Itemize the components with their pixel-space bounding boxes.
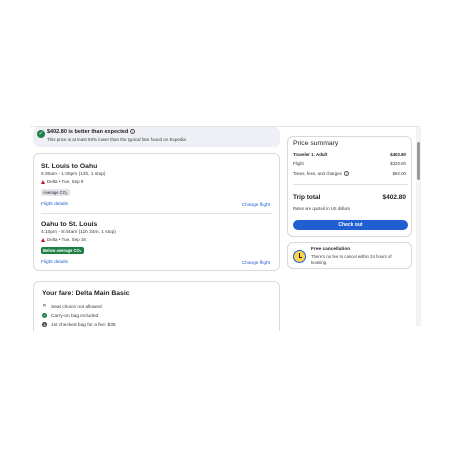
flight-value: $320.80 (390, 161, 406, 166)
trip-total-label: Trip total (293, 194, 321, 201)
co2-badge-average: Average CO₂ (41, 189, 70, 196)
trip-total-value: $402.80 (382, 194, 407, 201)
scrollbar-thumb[interactable] (417, 142, 420, 180)
delta-logo-icon (41, 237, 45, 242)
info-icon[interactable]: i (130, 129, 136, 135)
fare-item-seat-text: Seat choice not allowed (51, 304, 102, 310)
traveler-label: Traveler 1: Adult (293, 152, 328, 157)
currency-note: Rates are quoted in US dollars (293, 206, 351, 211)
fare-title: Your fare: Delta Main Basic (42, 290, 130, 297)
outbound-change-flight-link[interactable]: Change flight (242, 203, 270, 208)
fare-item-checked-bag: $1st checked bag for a fee: $35 (42, 322, 116, 328)
outbound-airline: Delta • Tue, Sep 9 (41, 179, 83, 184)
outbound-route: St. Louis to Oahu (41, 163, 98, 170)
summary-divider (293, 184, 408, 185)
clock-icon (293, 250, 306, 263)
outbound-airline-text: Delta • Tue, Sep 9 (47, 179, 84, 184)
free-cancellation-card: Free cancellation There's no fee to canc… (287, 242, 412, 269)
outbound-time: 6:30am - 1:30pm (12h, 1 stop) (41, 172, 106, 177)
fare-item-carryon-text: Carry-on bag included (51, 313, 99, 319)
check-circle-icon: ✓ (42, 313, 47, 318)
taxes-label: Taxes, fees, and charges i (293, 171, 349, 177)
fare-item-carryon: ✓ Carry-on bag included (42, 313, 98, 319)
banner-subtitle: This price is at least 93% lower than th… (47, 137, 186, 142)
free-cancellation-text: There's no fee to cancel within 24 hours… (311, 254, 392, 265)
return-route: Oahu to St. Louis (41, 221, 98, 228)
price-banner: ✓ $402.80 is better than expected i This … (33, 127, 280, 147)
leg-divider (41, 213, 273, 214)
return-change-flight-link[interactable]: Change flight (242, 261, 270, 266)
return-airline-text: Delta • Tue, Sep 16 (47, 237, 86, 242)
fare-card: Your fare: Delta Main Basic ✕ Seat choice… (33, 281, 280, 331)
page-top-border (30, 126, 420, 127)
flight-label: Flight (293, 161, 304, 166)
fare-item-seat: ✕ Seat choice not allowed (42, 303, 102, 310)
banner-title: $402.80 is better than expected i (47, 129, 136, 135)
info-icon[interactable]: i (343, 171, 349, 177)
co2-badge-below-average: Below average CO₂ (41, 247, 84, 254)
flights-card: St. Louis to Oahu 6:30am - 1:30pm (12h, … (33, 153, 280, 271)
delta-logo-icon (41, 179, 45, 184)
taxes-value: $82.00 (392, 171, 406, 176)
banner-title-text: $402.80 is better than expected (47, 129, 129, 135)
checkout-button[interactable]: Check out (293, 220, 408, 230)
free-cancellation-title: Free cancellation (311, 247, 351, 252)
return-time: 4:10pm - 8:44am (11h 34m, 1 stop) (41, 230, 116, 235)
price-summary-title: Price summary (293, 140, 339, 147)
return-flight-details-link[interactable]: Flight details (41, 260, 68, 265)
check-icon: ✓ (37, 130, 45, 138)
price-summary-card: Price summary Traveler 1: Adult $402.80 … (287, 136, 412, 237)
x-icon: ✕ (42, 303, 47, 309)
return-airline: Delta • Tue, Sep 16 (41, 237, 86, 242)
fare-item-checked-bag-text: 1st checked bag for a fee: $35 (51, 322, 116, 328)
dollar-circle-icon: $ (42, 322, 47, 327)
taxes-label-text: Taxes, fees, and charges (293, 171, 342, 176)
outbound-flight-details-link[interactable]: Flight details (41, 202, 68, 207)
traveler-value: $402.80 (390, 152, 406, 157)
